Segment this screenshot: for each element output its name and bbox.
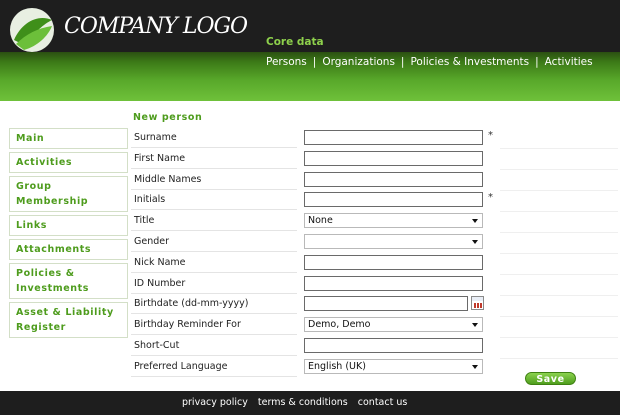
chevron-down-icon [472, 323, 478, 328]
chevron-down-icon [472, 239, 478, 244]
first-name-label: First Name [131, 149, 297, 169]
logo-text: COMPANY LOGO [64, 14, 248, 39]
nick-name-label: Nick Name [131, 253, 297, 273]
section-title: Core data [266, 36, 324, 48]
background-lines [500, 128, 618, 368]
sidebar-item-attachments[interactable]: Attachments [9, 239, 128, 260]
nav-activities[interactable]: Activities [545, 56, 593, 68]
birthday-reminder-select[interactable]: Demo, Demo [304, 317, 483, 333]
footer-link-contact-us[interactable]: contact us [358, 397, 408, 408]
form-row-title: Title None [131, 211, 506, 232]
gender-label: Gender [131, 232, 297, 252]
footer-links: privacy policy terms & conditions contac… [182, 397, 414, 408]
footer-link-terms-conditions[interactable]: terms & conditions [258, 397, 348, 408]
sidebar-item-activities[interactable]: Activities [9, 152, 128, 173]
preferred-language-label: Preferred Language [131, 357, 297, 377]
calendar-icon[interactable] [471, 296, 484, 311]
gender-select[interactable] [304, 233, 483, 249]
short-cut-input[interactable] [304, 337, 483, 353]
form-heading: New person [133, 112, 203, 123]
form-row-gender: Gender [131, 232, 506, 253]
form-row-middle-names: Middle Names [131, 170, 506, 191]
title-select[interactable]: None [304, 213, 483, 229]
required-marker: * [488, 192, 493, 204]
footer-link-privacy-policy[interactable]: privacy policy [182, 397, 248, 408]
middle-names-label: Middle Names [131, 170, 297, 190]
nav-separator: | [400, 56, 405, 68]
preferred-language-select[interactable]: English (UK) [304, 358, 483, 374]
preferred-language-select-value: English (UK) [308, 360, 366, 372]
nav-policies-investments[interactable]: Policies & Investments [410, 56, 529, 68]
nav-separator: | [535, 56, 539, 68]
chevron-down-icon [472, 219, 478, 224]
nav-organizations[interactable]: Organizations [322, 56, 395, 68]
form-row-preferred-language: Preferred Language English (UK) [131, 357, 506, 378]
id-number-label: ID Number [131, 274, 297, 294]
form-row-birthday-reminder: Birthday Reminder For Demo, Demo [131, 315, 506, 336]
initials-label: Initials [131, 190, 297, 211]
footer: privacy policy terms & conditions contac… [0, 391, 620, 415]
required-marker: * [488, 130, 493, 141]
short-cut-label: Short-Cut [131, 336, 297, 356]
header: COMPANY LOGO Core data Persons | Organizat… [0, 0, 620, 101]
form-row-nick-name: Nick Name [131, 253, 506, 274]
form-row-birthdate: Birthdate (dd-mm-yyyy) [131, 294, 506, 315]
sidebar-item-group-membership[interactable]: Group Membership [9, 176, 128, 212]
form-row-initials: Initials * [131, 190, 506, 211]
birthday-reminder-label: Birthday Reminder For [131, 315, 297, 336]
form-row-id-number: ID Number [131, 274, 506, 295]
id-number-input[interactable] [304, 275, 483, 291]
initials-input[interactable] [304, 192, 483, 208]
company-logo-icon [10, 8, 54, 52]
sidebar-item-policies-investments[interactable]: Policies & Investments [9, 263, 128, 299]
middle-names-input[interactable] [304, 171, 483, 187]
chevron-down-icon [472, 364, 478, 369]
birthdate-label: Birthdate (dd-mm-yyyy) [131, 294, 297, 315]
title-label: Title [131, 211, 297, 232]
sidebar-item-links[interactable]: Links [9, 215, 128, 236]
sidebar: Main Activities Group Membership Links A… [9, 128, 128, 341]
person-form: Surname * First Name Middle Names Initia… [131, 128, 506, 378]
nick-name-input[interactable] [304, 254, 483, 270]
top-nav: Persons | Organizations | Policies & Investm… [266, 56, 593, 68]
title-select-value: None [308, 215, 333, 227]
form-row-first-name: First Name [131, 149, 506, 170]
sidebar-item-main[interactable]: Main [9, 128, 128, 149]
nav-persons[interactable]: Persons [266, 56, 307, 68]
form-row-surname: Surname * [131, 128, 506, 149]
calendar-icon-grid [474, 303, 482, 309]
surname-label: Surname [131, 128, 297, 148]
save-button[interactable]: Save [525, 372, 576, 385]
first-name-input[interactable] [304, 150, 483, 166]
form-row-short-cut: Short-Cut [131, 336, 506, 357]
birthdate-input[interactable] [304, 296, 468, 312]
sidebar-item-asset-liability-register[interactable]: Asset & Liability Register [9, 302, 128, 338]
nav-separator: | [312, 56, 317, 68]
birthday-reminder-select-value: Demo, Demo [308, 319, 371, 331]
surname-input[interactable] [304, 130, 483, 145]
